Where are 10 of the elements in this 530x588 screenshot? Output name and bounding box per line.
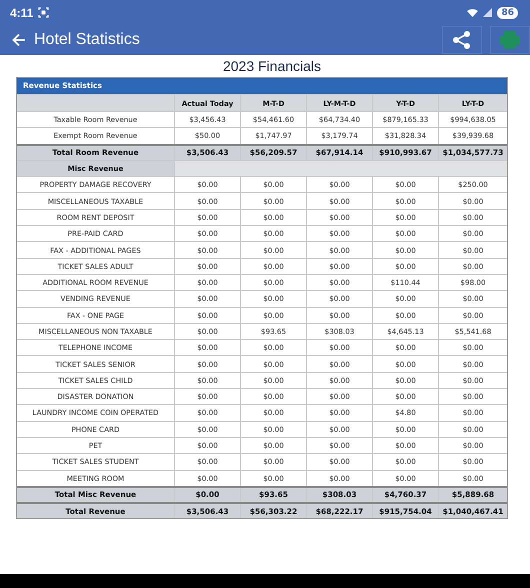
screenshot-icon xyxy=(38,7,50,18)
app-title: Hotel Statistics xyxy=(34,31,140,49)
share-icon xyxy=(452,30,472,50)
wifi-icon xyxy=(467,8,478,17)
signal-icon xyxy=(483,8,492,17)
battery-indicator: 86 xyxy=(497,6,518,18)
status-time: 4:11 xyxy=(10,6,34,20)
back-arrow-icon[interactable] xyxy=(12,33,26,47)
share-button[interactable] xyxy=(442,26,482,54)
report-title: 2023 Financials xyxy=(222,57,322,76)
